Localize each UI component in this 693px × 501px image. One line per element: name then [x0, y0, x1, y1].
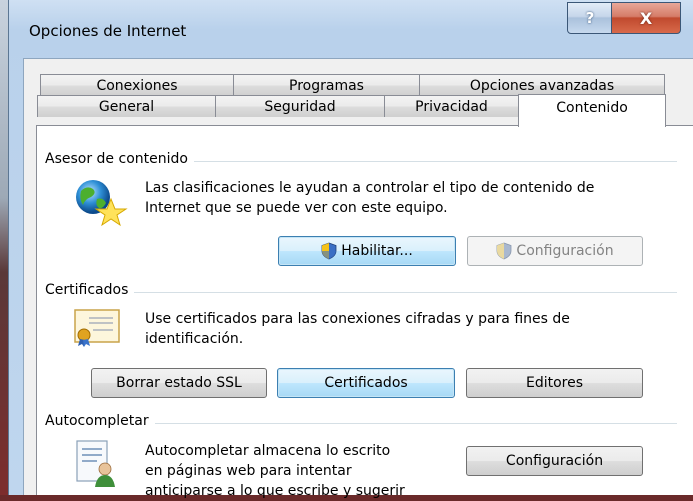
certificates-label: Certificados — [45, 282, 135, 298]
content-advisor-label: Asesor de contenido — [45, 151, 194, 167]
uac-shield-icon — [497, 242, 512, 260]
tab-general[interactable]: General — [37, 95, 216, 117]
autocomplete-description-2: en páginas web para intentar — [145, 463, 352, 479]
content-advisor-settings-label: Configuración — [516, 243, 614, 259]
title-bar: Opciones de Internet ? X — [9, 0, 693, 58]
content-advisor-description-2: Internet que se puede ver con este equip… — [145, 200, 448, 216]
certificate-icon — [73, 308, 123, 348]
tab-programas[interactable]: Programas — [233, 74, 420, 96]
help-button[interactable]: ? — [567, 2, 613, 34]
content-advisor-description-1: Las clasificaciones le ayudan a controla… — [145, 180, 595, 196]
enable-button-label: Habilitar... — [341, 243, 413, 259]
dialog-client-area: Conexiones Programas Opciones avanzadas … — [23, 58, 693, 499]
tab-panel-contenido: Asesor de contenido Las clasificaciones … — [36, 125, 693, 499]
window-title: Opciones de Internet — [29, 22, 187, 40]
globe-star-icon — [73, 177, 129, 227]
uac-shield-icon — [321, 242, 337, 260]
autocomplete-description-1: Autocompletar almacena lo escrito — [145, 443, 391, 459]
autocomplete-settings-button[interactable]: Configuración — [466, 446, 643, 476]
tab-opciones-avanzadas[interactable]: Opciones avanzadas — [419, 74, 665, 96]
internet-options-dialog: Opciones de Internet ? X Conexiones Prog… — [8, 0, 693, 499]
certificates-description-1: Use certificados para las conexiones cif… — [145, 311, 570, 327]
autocomplete-user-icon — [75, 439, 119, 489]
clear-ssl-state-button[interactable]: Borrar estado SSL — [91, 368, 267, 398]
tab-privacidad[interactable]: Privacidad — [384, 95, 519, 117]
autocomplete-description-3: anticiparse a lo que escribe y sugerir — [145, 483, 405, 499]
tab-contenido[interactable]: Contenido — [518, 94, 666, 127]
tab-conexiones[interactable]: Conexiones — [40, 74, 234, 96]
enable-button[interactable]: Habilitar... — [278, 236, 456, 266]
tab-seguridad[interactable]: Seguridad — [215, 95, 385, 117]
certificates-button[interactable]: Certificados — [277, 368, 455, 398]
close-button[interactable]: X — [611, 2, 681, 34]
publishers-button[interactable]: Editores — [466, 368, 643, 398]
group-divider — [47, 292, 677, 293]
content-advisor-settings-button[interactable]: Configuración — [467, 236, 643, 266]
autocomplete-label: Autocompletar — [45, 413, 155, 429]
certificates-description-2: identificación. — [145, 331, 244, 347]
